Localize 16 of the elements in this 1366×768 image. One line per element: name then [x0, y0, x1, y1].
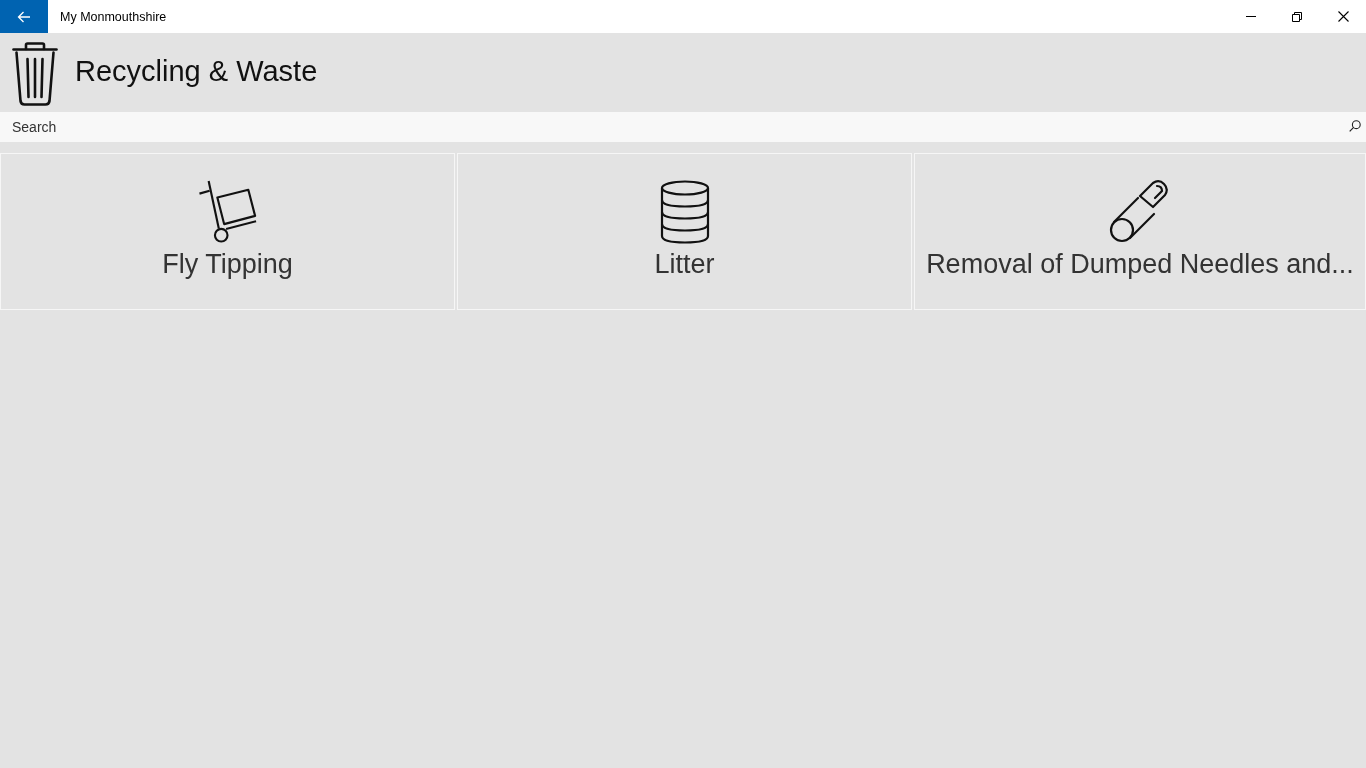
- minimize-icon: [1246, 16, 1256, 17]
- window-title: My Monmouthshire: [60, 9, 167, 24]
- restore-icon: [1292, 11, 1302, 22]
- safety-pin-icon: [1109, 180, 1171, 244]
- category-tile[interactable]: Fly Tipping: [0, 153, 455, 310]
- search-icon[interactable]: [1349, 120, 1361, 132]
- back-button[interactable]: [0, 0, 48, 33]
- trash-can-icon: [12, 41, 58, 106]
- hand-truck-icon: [197, 180, 258, 244]
- close-icon: [1337, 11, 1349, 22]
- category-tile[interactable]: Litter: [457, 153, 912, 310]
- category-tile[interactable]: Removal of Dumped Needles and...: [914, 153, 1366, 310]
- page-title: Recycling & Waste: [75, 55, 318, 88]
- search-field[interactable]: Search: [0, 112, 1366, 142]
- back-arrow-icon: [17, 10, 31, 23]
- coin-stack-icon: [659, 180, 710, 244]
